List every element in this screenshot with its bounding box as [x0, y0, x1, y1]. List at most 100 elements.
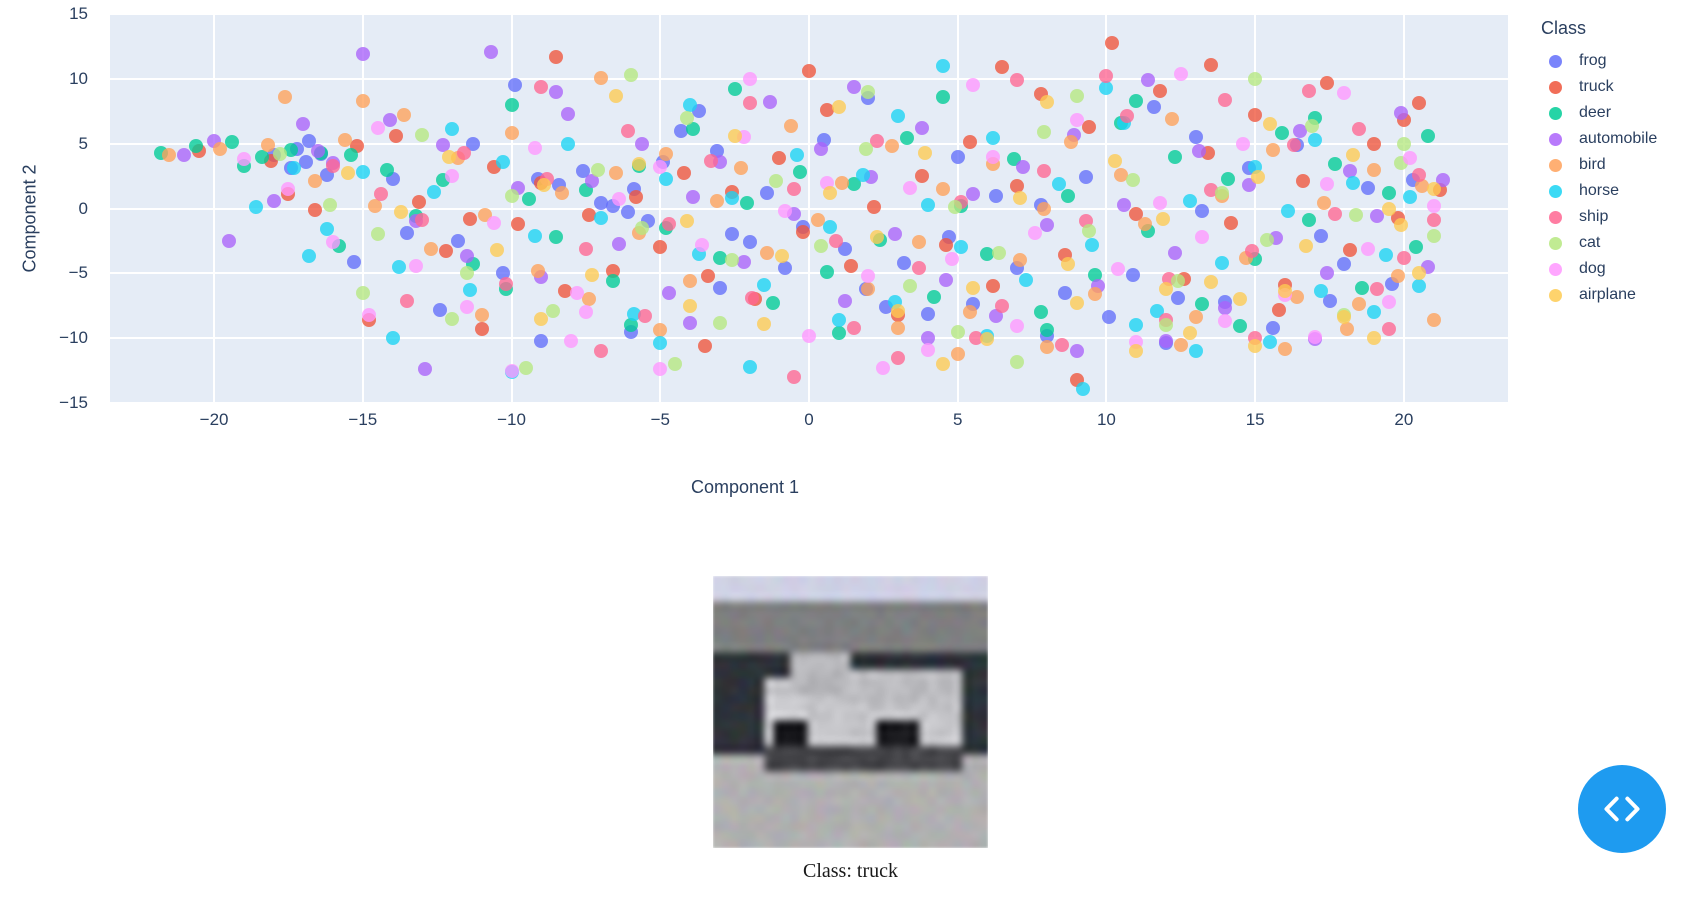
- scatter-point[interactable]: [743, 235, 757, 249]
- scatter-point[interactable]: [963, 135, 977, 149]
- scatter-point[interactable]: [528, 229, 542, 243]
- scatter-point[interactable]: [1236, 137, 1250, 151]
- scatter-point[interactable]: [992, 246, 1006, 260]
- scatter-point[interactable]: [888, 227, 902, 241]
- legend-item-ship[interactable]: ship: [1540, 204, 1694, 230]
- scatter-point[interactable]: [686, 190, 700, 204]
- scatter-point[interactable]: [308, 203, 322, 217]
- scatter-point[interactable]: [213, 142, 227, 156]
- scatter-point[interactable]: [1192, 144, 1206, 158]
- scatter-point[interactable]: [579, 305, 593, 319]
- scatter-point[interactable]: [564, 334, 578, 348]
- scatter-point[interactable]: [356, 286, 370, 300]
- scatter-point[interactable]: [534, 80, 548, 94]
- scatter-point[interactable]: [249, 200, 263, 214]
- scatter-point[interactable]: [1340, 322, 1354, 336]
- scatter-point[interactable]: [859, 142, 873, 156]
- scatter-point[interactable]: [415, 213, 429, 227]
- scatter-point[interactable]: [296, 117, 310, 131]
- scatter-point[interactable]: [177, 148, 191, 162]
- scatter-point[interactable]: [823, 220, 837, 234]
- scatter-point[interactable]: [1427, 313, 1441, 327]
- scatter-point[interactable]: [475, 308, 489, 322]
- scatter-point[interactable]: [1361, 242, 1375, 256]
- scatter-point[interactable]: [549, 230, 563, 244]
- scatter-point[interactable]: [1320, 76, 1334, 90]
- scatter-point[interactable]: [561, 137, 575, 151]
- scatter-point[interactable]: [814, 142, 828, 156]
- scatter-point[interactable]: [1412, 96, 1426, 110]
- scatter-point[interactable]: [713, 316, 727, 330]
- scatter-point[interactable]: [734, 161, 748, 175]
- scatter-point[interactable]: [445, 122, 459, 136]
- scatter-point[interactable]: [1302, 213, 1316, 227]
- scatter-point[interactable]: [1204, 275, 1218, 289]
- scatter-point[interactable]: [362, 308, 376, 322]
- legend-item-deer[interactable]: deer: [1540, 100, 1694, 126]
- scatter-point[interactable]: [308, 174, 322, 188]
- scatter-point[interactable]: [1367, 137, 1381, 151]
- scatter-point[interactable]: [1421, 129, 1435, 143]
- legend-item-horse[interactable]: horse: [1540, 178, 1694, 204]
- scatter-point[interactable]: [1343, 243, 1357, 257]
- scatter-point[interactable]: [1367, 331, 1381, 345]
- scatter-point[interactable]: [368, 199, 382, 213]
- scatter-point[interactable]: [302, 249, 316, 263]
- scatter-point[interactable]: [1427, 199, 1441, 213]
- scatter-point[interactable]: [278, 90, 292, 104]
- scatter-point[interactable]: [820, 265, 834, 279]
- scatter-point[interactable]: [1308, 133, 1322, 147]
- scatter-point[interactable]: [861, 269, 875, 283]
- scatter-point[interactable]: [1275, 126, 1289, 140]
- scatter-point[interactable]: [787, 182, 801, 196]
- scatter-point[interactable]: [772, 151, 786, 165]
- scatter-point[interactable]: [1305, 119, 1319, 133]
- scatter-point[interactable]: [1147, 100, 1161, 114]
- scatter-point[interactable]: [1117, 198, 1131, 212]
- legend-item-bird[interactable]: bird: [1540, 152, 1694, 178]
- scatter-point[interactable]: [1174, 338, 1188, 352]
- scatter-point[interactable]: [653, 362, 667, 376]
- scatter-point[interactable]: [1367, 163, 1381, 177]
- scatter-point[interactable]: [389, 129, 403, 143]
- scatter-point[interactable]: [534, 312, 548, 326]
- scatter-point[interactable]: [496, 155, 510, 169]
- legend-item-dog[interactable]: dog: [1540, 256, 1694, 282]
- scatter-point[interactable]: [951, 325, 965, 339]
- scatter-point[interactable]: [1055, 338, 1069, 352]
- scatter-point[interactable]: [1248, 339, 1262, 353]
- scatter-point[interactable]: [986, 279, 1000, 293]
- legend-item-frog[interactable]: frog: [1540, 48, 1694, 74]
- scatter-point[interactable]: [659, 147, 673, 161]
- scatter-point[interactable]: [918, 146, 932, 160]
- scatter-point[interactable]: [995, 299, 1009, 313]
- scatter-point[interactable]: [374, 187, 388, 201]
- scatter-point[interactable]: [549, 50, 563, 64]
- scatter-point[interactable]: [1248, 108, 1262, 122]
- scatter-point[interactable]: [505, 364, 519, 378]
- scatter-point[interactable]: [1263, 335, 1277, 349]
- scatter-point[interactable]: [594, 211, 608, 225]
- scatter-point[interactable]: [1102, 310, 1116, 324]
- scatter-point[interactable]: [1126, 268, 1140, 282]
- scatter-point[interactable]: [897, 256, 911, 270]
- scatter-point[interactable]: [1382, 295, 1396, 309]
- scatter-point[interactable]: [1058, 286, 1072, 300]
- scatter-point[interactable]: [522, 192, 536, 206]
- scatter-point[interactable]: [1159, 318, 1173, 332]
- scatter-point[interactable]: [1088, 287, 1102, 301]
- scatter-point[interactable]: [980, 332, 994, 346]
- scatter-point[interactable]: [951, 150, 965, 164]
- scatter-point[interactable]: [445, 312, 459, 326]
- scatter-point[interactable]: [1013, 191, 1027, 205]
- scatter-point[interactable]: [1070, 296, 1084, 310]
- scatter-point[interactable]: [511, 217, 525, 231]
- scatter-point[interactable]: [424, 242, 438, 256]
- scatter-point[interactable]: [222, 234, 236, 248]
- scatter-point[interactable]: [341, 166, 355, 180]
- scatter-point[interactable]: [1168, 246, 1182, 260]
- scatter-point[interactable]: [963, 305, 977, 319]
- scatter-point[interactable]: [743, 360, 757, 374]
- scatter-point[interactable]: [1183, 326, 1197, 340]
- scatter-point[interactable]: [1079, 170, 1093, 184]
